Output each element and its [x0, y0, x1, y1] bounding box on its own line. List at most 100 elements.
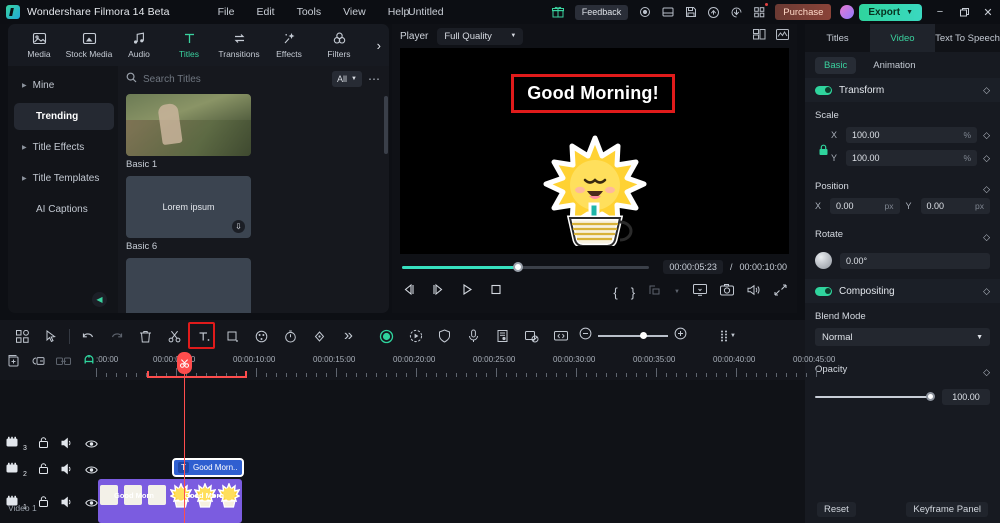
title-clip[interactable]: T Good Morn.. — [172, 458, 244, 477]
scale-y-keyframe-diamond-icon[interactable]: ◇ — [983, 153, 990, 164]
tab-video[interactable]: Video — [870, 24, 935, 52]
export-button[interactable]: Export ▼ — [859, 3, 922, 21]
ribbon-tab-audio[interactable]: Audio — [114, 31, 164, 59]
restore-button[interactable] — [952, 0, 976, 24]
mute-icon[interactable] — [61, 462, 74, 480]
seek-handle[interactable] — [513, 262, 524, 272]
menu-item-file[interactable]: File — [218, 6, 235, 18]
scale-lock-button[interactable] — [815, 144, 831, 156]
add-track-icon[interactable] — [6, 354, 19, 372]
lock-icon[interactable] — [38, 436, 50, 454]
blend-mode-select[interactable]: Normal ▼ — [815, 328, 990, 346]
opacity-keyframe-diamond-icon[interactable]: ◇ — [983, 367, 990, 378]
snapshot-icon[interactable] — [720, 283, 734, 301]
compositing-keyframe-diamond-icon[interactable]: ◇ — [983, 286, 990, 297]
next-frame-button[interactable] — [431, 283, 445, 301]
motion-tracking-icon[interactable] — [401, 324, 430, 348]
zoom-out-button[interactable] — [579, 327, 592, 345]
timeline-ruler[interactable]: :00:00 00:00:05:00 00:00:10:00 00:00:15:… — [0, 352, 835, 380]
ribbon-tab-stock-media[interactable]: Stock Media — [64, 31, 114, 59]
preview-stage[interactable]: Good Morning! — [400, 48, 789, 254]
template-thumbnail[interactable] — [126, 94, 251, 156]
opacity-handle[interactable] — [926, 391, 935, 401]
template-thumbnail[interactable] — [126, 258, 251, 313]
download-icon[interactable]: ⇩ — [232, 220, 245, 233]
filter-dropdown[interactable]: All ▼ — [332, 71, 362, 87]
template-thumbnail[interactable]: Lorem ipsum ⇩ — [126, 176, 251, 238]
rotate-input[interactable]: 0.00° — [840, 252, 990, 269]
zoom-handle[interactable] — [640, 332, 647, 339]
sidebar-item-title-effects[interactable]: ▶ Title Effects — [14, 134, 114, 161]
ribbon-tab-media[interactable]: Media — [14, 31, 64, 59]
quality-dropdown[interactable]: Full Quality ▼ — [437, 27, 524, 45]
library-scrollbar[interactable] — [384, 96, 388, 154]
redo-icon[interactable] — [102, 324, 131, 348]
tab-titles[interactable]: Titles — [805, 24, 870, 52]
scopes-icon[interactable] — [776, 27, 789, 45]
position-x-input[interactable]: 0.00 px — [830, 198, 900, 214]
eye-icon[interactable] — [85, 462, 98, 480]
cloud-upload-icon[interactable] — [702, 0, 725, 24]
subtab-basic[interactable]: Basic — [815, 56, 857, 74]
scale-x-input[interactable]: 100.00 % — [846, 127, 978, 143]
green-screen-icon[interactable] — [517, 324, 546, 348]
crop-icon[interactable] — [218, 324, 247, 348]
avatar[interactable] — [840, 5, 855, 19]
save-icon[interactable] — [656, 0, 679, 24]
transform-keyframe-diamond-icon[interactable]: ◇ — [983, 85, 990, 96]
zoom-slider[interactable] — [598, 332, 668, 339]
cloud-download-icon[interactable] — [725, 0, 748, 24]
magnet-snap-icon[interactable] — [82, 354, 96, 372]
mute-icon[interactable] — [61, 436, 74, 454]
eye-icon[interactable] — [85, 436, 98, 454]
color-icon[interactable] — [247, 324, 276, 348]
mute-icon[interactable] — [61, 495, 74, 513]
lock-icon[interactable] — [38, 462, 50, 480]
more-tools-icon[interactable]: » — [334, 324, 363, 348]
track-header-3[interactable]: 3 — [6, 436, 98, 454]
sidebar-item-trending[interactable]: Trending — [14, 103, 114, 130]
sidebar-item-ai-captions[interactable]: AI Captions — [14, 196, 114, 223]
mark-in-button[interactable]: { — [613, 285, 617, 300]
subtab-animation[interactable]: Animation — [864, 57, 924, 74]
export-frame-icon[interactable] — [648, 283, 661, 301]
undo-icon[interactable] — [73, 324, 102, 348]
collapse-panel-button[interactable]: ◀ — [92, 292, 107, 307]
sidebar-item-title-templates[interactable]: ▶ Title Templates — [14, 165, 114, 192]
link-icon[interactable] — [56, 354, 71, 372]
chevron-down-icon[interactable]: ▼ — [730, 333, 736, 339]
preview-title-bounding-box[interactable]: Good Morning! — [511, 74, 675, 113]
keyframe-panel-button[interactable]: Keyframe Panel — [906, 502, 988, 517]
video-clip[interactable]: Good Morn Good Morn — [98, 479, 242, 523]
ribbon-tab-effects[interactable]: Effects — [264, 31, 314, 59]
audio-mixer-icon[interactable] — [488, 324, 517, 348]
split-icon[interactable] — [160, 324, 189, 348]
eye-icon[interactable] — [85, 495, 98, 513]
mark-out-button[interactable]: } — [631, 285, 635, 300]
rotate-dial[interactable] — [815, 252, 832, 269]
ribbon-tab-filters[interactable]: Filters — [314, 31, 364, 59]
position-y-input[interactable]: 0.00 px — [920, 198, 990, 214]
prev-frame-button[interactable] — [402, 283, 416, 301]
chevron-down-icon[interactable]: ▼ — [674, 289, 680, 295]
apps-grid-icon[interactable] — [748, 0, 771, 24]
sidebar-item-mine[interactable]: ▶ Mine — [14, 72, 114, 99]
speed-icon[interactable] — [276, 324, 305, 348]
rotate-keyframe-diamond-icon[interactable]: ◇ — [983, 232, 990, 243]
menu-bar[interactable]: File Edit Tools View Help — [218, 6, 410, 18]
volume-icon[interactable] — [747, 283, 761, 301]
compositing-toggle[interactable] — [815, 286, 832, 296]
save-as-icon[interactable] — [679, 0, 702, 24]
zoom-in-button[interactable] — [674, 327, 687, 345]
reset-button[interactable]: Reset — [817, 502, 856, 517]
mask-icon[interactable] — [372, 324, 401, 348]
fullscreen-icon[interactable] — [774, 283, 787, 301]
seek-slider[interactable] — [402, 262, 650, 272]
record-icon[interactable] — [633, 0, 656, 24]
opacity-slider[interactable] — [815, 391, 935, 401]
scale-y-input[interactable]: 100.00 % — [846, 150, 978, 166]
menu-item-tools[interactable]: Tools — [297, 6, 322, 18]
scale-x-keyframe-diamond-icon[interactable]: ◇ — [983, 130, 990, 141]
transform-toggle[interactable] — [815, 85, 832, 95]
ribbon-tab-titles[interactable]: Titles — [164, 31, 214, 59]
